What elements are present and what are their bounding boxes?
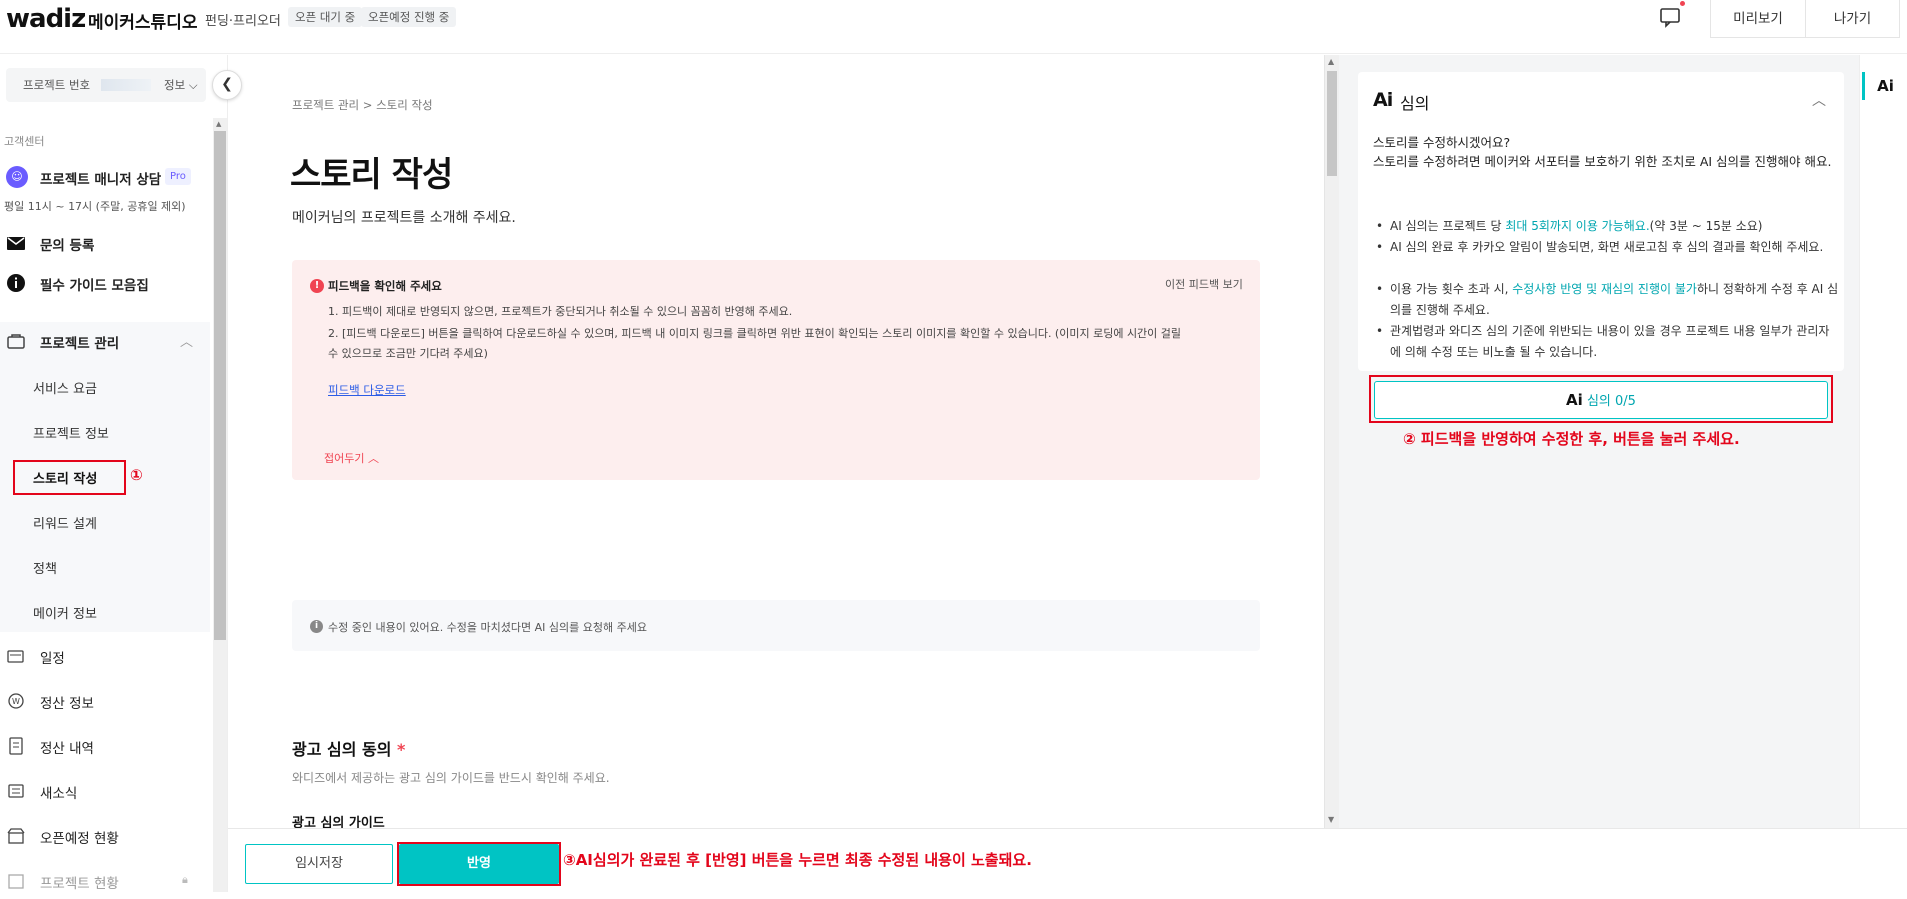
- feedback-line-1: 1. 피드백이 제대로 반영되지 않으면, 프로젝트가 중단되거나 취소될 수 …: [328, 305, 793, 318]
- ai-review-bullet-4: 관계법령과 와디즈 심의 기준에 위반되는 내용이 있을 경우 프로젝트 내용 …: [1373, 321, 1839, 363]
- annotation-note-1: ①: [130, 466, 143, 484]
- ai-review-question: 스토리를 수정하시겠어요?: [1373, 135, 1511, 150]
- status-chip-preopen: 오픈예정 진행 중: [361, 7, 457, 27]
- lock-icon: 🔒︎: [182, 873, 188, 886]
- feedback-download-link[interactable]: 피드백 다운로드: [328, 382, 406, 398]
- main-scroll-thumb[interactable]: [1327, 71, 1337, 176]
- sidebar-item-schedule[interactable]: 일정: [0, 638, 210, 674]
- chart-icon: [8, 874, 24, 889]
- project-select[interactable]: 프로젝트 번호 정보 ⌵: [6, 68, 206, 102]
- feedback-line-2: 2. [피드백 다운로드] 버튼을 클릭하여 다운로드하실 수 있으며, 피드백…: [328, 327, 1182, 360]
- required-mark: *: [397, 740, 406, 759]
- sidebar-item-project-status[interactable]: 프로젝트 현황 🔒︎: [0, 863, 210, 899]
- sidebar-item-label: 문의 등록: [40, 238, 95, 254]
- annotation-note-2: ② 피드백을 반영하여 수정한 후, 버튼을 눌러 주세요.: [1403, 430, 1740, 448]
- project-select-info: 정보 ⌵: [164, 78, 198, 92]
- sidebar-item-project-manage[interactable]: 프로젝트 관리 ︿: [0, 323, 210, 359]
- project-number-mask: [101, 79, 151, 91]
- rail-tab-ai[interactable]: Ai: [1862, 72, 1906, 100]
- sidebar-item-label: 새소식: [40, 786, 78, 802]
- top-bar: [0, 0, 1907, 54]
- sidebar-item-service-fee[interactable]: 서비스 요금: [33, 378, 97, 397]
- sidebar-item-label: 프로젝트 관리: [40, 336, 120, 352]
- ad-review-title: 광고 심의 동의 *: [292, 740, 406, 759]
- store-icon: [7, 828, 25, 844]
- pm-chat-icon: ☺: [6, 166, 28, 188]
- ai-review-notice-text: 수정 중인 내용이 있어요. 수정을 마치셨다면 AI 심의를 요청해 주세요: [328, 621, 647, 634]
- feedback-fold-button[interactable]: 접어두기 ︿: [324, 450, 379, 466]
- sidebar-item-label: 프로젝트 현황: [40, 876, 119, 892]
- receipt-icon: [9, 737, 23, 755]
- previous-feedback-link[interactable]: 이전 피드백 보기: [1165, 276, 1243, 292]
- calendar-icon: [7, 650, 24, 663]
- chevron-up-icon: ︿: [367, 452, 379, 465]
- breadcrumb[interactable]: 프로젝트 관리 > 스토리 작성: [292, 97, 433, 113]
- chevron-up-icon: ︿: [180, 335, 194, 350]
- status-chip-open-waiting: 오픈 대기 중: [288, 7, 363, 27]
- info-icon: [7, 274, 25, 292]
- scroll-up-icon[interactable]: ▲: [216, 120, 224, 128]
- sidebar-item-label: 정산 정보: [40, 696, 94, 712]
- pro-badge: Pro: [165, 168, 191, 185]
- coin-icon: W: [8, 693, 24, 709]
- sidebar-item-label: 정산 내역: [40, 741, 94, 757]
- right-rail: [1859, 55, 1907, 828]
- feedback-title: 피드백을 확인해 주세요: [328, 279, 442, 293]
- sidebar-item-reward[interactable]: 리워드 설계: [33, 513, 97, 532]
- news-icon: [8, 784, 24, 798]
- customer-center-label: 고객센터: [4, 135, 45, 148]
- pm-consult-link[interactable]: 프로젝트 매니저 상담: [40, 168, 161, 188]
- ai-review-bullet-3: 이용 가능 횟수 초과 시, 수정사항 반영 및 재심의 진행이 불가하니 정확…: [1373, 279, 1839, 321]
- annotation-box-ai-button: [1369, 375, 1833, 423]
- sidebar-item-project-info[interactable]: 프로젝트 정보: [33, 423, 109, 442]
- chevron-left-icon: ❮: [221, 76, 233, 92]
- sidebar-item-settlement-history[interactable]: 정산 내역: [0, 728, 210, 764]
- annotation-box-apply: [397, 842, 561, 886]
- temp-save-button[interactable]: 임시저장: [245, 844, 393, 884]
- sidebar-item-story[interactable]: 스토리 작성: [33, 468, 97, 487]
- sidebar-item-label: 오픈예정 현황: [40, 831, 119, 847]
- sidebar-item-settlement-info[interactable]: W 정산 정보: [0, 683, 210, 719]
- svg-text:W: W: [12, 697, 20, 706]
- folder-icon: [7, 334, 25, 349]
- scroll-down-icon[interactable]: ▼: [1328, 815, 1334, 824]
- sidebar-item-inquiry[interactable]: 문의 등록: [0, 225, 210, 261]
- notification-icon[interactable]: [1658, 6, 1684, 28]
- chevron-up-icon[interactable]: ︿: [1812, 90, 1826, 110]
- mode-label: 펀딩·프리오더: [205, 14, 281, 29]
- info-icon: i: [310, 620, 323, 633]
- ai-review-bullet-2: AI 심의 완료 후 카카오 알림이 발송되면, 화면 새로고침 후 심의 결과…: [1373, 237, 1839, 258]
- pm-hours: 평일 11시 ~ 17시 (주말, 공휴일 제외): [4, 200, 186, 213]
- studio-title: 메이커스튜디오: [88, 13, 198, 33]
- sidebar-item-maker-info[interactable]: 메이커 정보: [33, 603, 97, 622]
- page-subtitle: 메이커님의 프로젝트를 소개해 주세요.: [292, 210, 516, 226]
- sidebar-item-policy[interactable]: 정책: [33, 558, 57, 577]
- ai-review-description: 스토리를 수정하려면 메이커와 서포터를 보호하기 위한 조치로 AI 심의를 …: [1373, 154, 1832, 169]
- alert-icon: !: [310, 279, 324, 293]
- scroll-up-icon[interactable]: ▲: [1328, 57, 1334, 66]
- sidebar-item-news[interactable]: 새소식: [0, 773, 210, 809]
- project-select-label: 프로젝트 번호: [23, 78, 91, 92]
- page-title: 스토리 작성: [290, 155, 453, 195]
- sidebar-item-guide[interactable]: 필수 가이드 모음집: [0, 265, 210, 301]
- sidebar-item-label: 일정: [40, 651, 65, 667]
- sidebar-scroll-thumb[interactable]: [214, 131, 226, 640]
- sidebar-collapse-button[interactable]: ❮: [212, 70, 242, 100]
- mail-icon: [7, 237, 25, 250]
- exit-button[interactable]: 나가기: [1806, 0, 1900, 38]
- ai-logo: Ai: [1373, 89, 1393, 111]
- sidebar-item-preopen-status[interactable]: 오픈예정 현황: [0, 818, 210, 854]
- preview-button[interactable]: 미리보기: [1710, 0, 1806, 38]
- ai-review-bullet-1: AI 심의는 프로젝트 당 최대 5회까지 이용 가능해요.(약 3분 ~ 15…: [1373, 216, 1839, 237]
- sidebar-item-label: 필수 가이드 모음집: [40, 278, 149, 294]
- ad-review-subtitle: 와디즈에서 제공하는 광고 심의 가이드를 반드시 확인해 주세요.: [292, 771, 610, 785]
- ai-review-title: 심의: [1400, 94, 1430, 113]
- annotation-note-3: ③AI심의가 완료된 후 [반영] 버튼을 누르면 최종 수정된 내용이 노출돼…: [563, 851, 1032, 869]
- wadiz-logo[interactable]: wadiz: [6, 4, 86, 34]
- notification-dot: [1680, 1, 1685, 6]
